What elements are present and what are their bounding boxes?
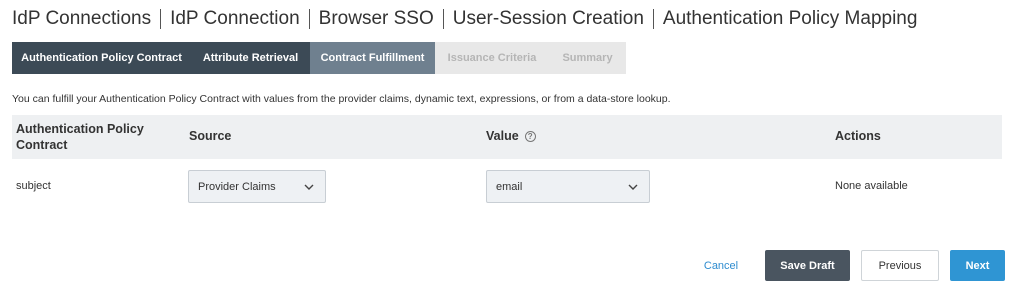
table-header: Authentication Policy Contract Source Va… xyxy=(12,115,1002,159)
chevron-down-icon xyxy=(628,184,638,190)
breadcrumb-item-browser-sso[interactable]: Browser SSO xyxy=(319,8,434,30)
value-select-value: email xyxy=(496,180,523,193)
breadcrumb-separator xyxy=(652,9,654,29)
chevron-down-icon xyxy=(304,184,314,190)
source-select[interactable]: Provider Claims xyxy=(188,170,326,203)
breadcrumb-separator xyxy=(308,9,310,29)
column-header-actions: Actions xyxy=(835,129,881,143)
source-select-value: Provider Claims xyxy=(198,180,276,193)
wizard-tabs: Authentication Policy Contract Attribute… xyxy=(12,42,626,74)
breadcrumb-item-authentication-policy-mapping: Authentication Policy Mapping xyxy=(662,8,918,29)
next-button[interactable]: Next xyxy=(950,250,1005,281)
previous-button[interactable]: Previous xyxy=(861,250,939,281)
tab-contract-fulfillment[interactable]: Contract Fulfillment xyxy=(310,42,435,74)
column-header-contract: Authentication Policy Contract xyxy=(16,122,144,152)
column-header-value: Value? xyxy=(486,129,536,143)
intro-text: You can fulfill your Authentication Poli… xyxy=(12,93,671,105)
breadcrumb-item-idp-connections[interactable]: IdP Connections xyxy=(12,8,151,30)
column-header-value-label: Value xyxy=(486,129,519,143)
actions-text: None available xyxy=(835,180,908,192)
breadcrumb-separator xyxy=(442,9,444,29)
tab-authentication-policy-contract[interactable]: Authentication Policy Contract xyxy=(12,42,191,74)
breadcrumb-item-idp-connection[interactable]: IdP Connection xyxy=(170,8,300,30)
value-select[interactable]: email xyxy=(486,170,650,203)
column-header-source: Source xyxy=(189,129,232,143)
question-circle-icon[interactable]: ? xyxy=(524,131,536,142)
breadcrumb-separator xyxy=(160,9,162,29)
contract-attribute-name: subject xyxy=(16,180,51,192)
cancel-button[interactable]: Cancel xyxy=(693,250,749,281)
breadcrumb: IdP Connections IdP Connection Browser S… xyxy=(12,8,917,30)
breadcrumb-item-user-session-creation[interactable]: User-Session Creation xyxy=(453,8,644,30)
save-draft-button[interactable]: Save Draft xyxy=(765,250,850,281)
tab-issuance-criteria: Issuance Criteria xyxy=(435,42,549,74)
tab-summary: Summary xyxy=(549,42,626,74)
tab-attribute-retrieval[interactable]: Attribute Retrieval xyxy=(191,42,310,74)
